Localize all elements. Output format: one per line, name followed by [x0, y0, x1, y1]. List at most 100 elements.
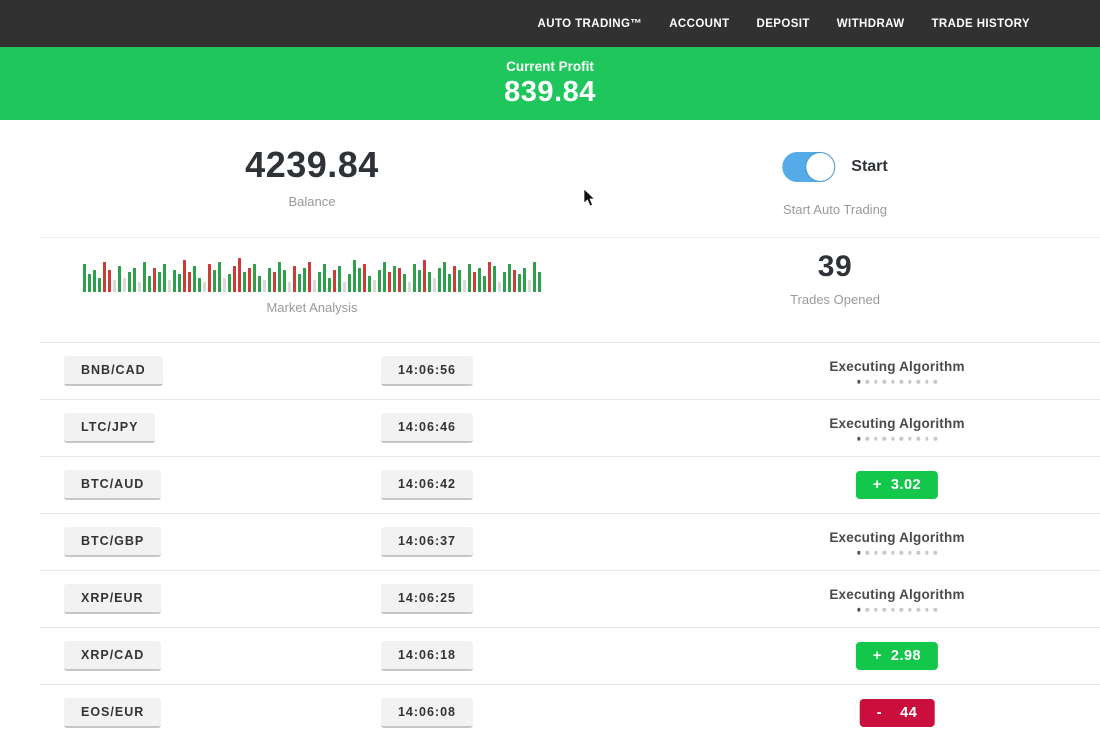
- market-bar: [243, 272, 247, 292]
- market-bar: [93, 270, 97, 292]
- trade-row: XRP/EUR 14:06:25 Executing Algorithm: [40, 570, 1100, 627]
- market-bar: [358, 268, 362, 292]
- market-bar: [483, 276, 487, 292]
- market-bar: [143, 262, 147, 292]
- nav-item[interactable]: AUTO TRADING™: [538, 18, 643, 30]
- market-bar: [353, 260, 357, 292]
- market-bar: [523, 268, 527, 292]
- market-bar: [233, 266, 237, 292]
- market-bar: [528, 280, 532, 292]
- market-bar: [473, 272, 477, 292]
- trade-pair-chip[interactable]: EOS/EUR: [64, 698, 161, 728]
- market-bar: [138, 282, 142, 292]
- market-bar: [453, 266, 457, 292]
- market-bar: [488, 262, 492, 292]
- market-bar: [333, 270, 337, 292]
- market-bar: [328, 278, 332, 292]
- auto-trading-toggle[interactable]: [782, 152, 835, 182]
- loader-dots: [829, 608, 964, 612]
- trade-pair-chip[interactable]: XRP/CAD: [64, 641, 161, 671]
- app-root: AUTO TRADING™ ACCOUNT DEPOSIT WITHDRAW TRADE…: [0, 0, 1100, 742]
- market-bar: [88, 274, 92, 292]
- trade-row: EOS/EUR 14:06:08 - 44: [40, 684, 1100, 741]
- market-bar: [363, 264, 367, 292]
- market-bar: [123, 278, 127, 292]
- market-bar: [288, 282, 292, 292]
- balance-stat: 4239.84 Balance: [245, 144, 379, 209]
- auto-trading-label: Start Auto Trading: [782, 202, 887, 217]
- trade-time-chip: 14:06:25: [381, 584, 473, 614]
- market-bar: [203, 282, 207, 292]
- profit-label: Current Profit: [0, 59, 1100, 74]
- market-bar: [278, 262, 282, 292]
- market-bar: [373, 280, 377, 292]
- market-bar: [148, 276, 152, 292]
- profit-banner: Current Profit 839.84: [0, 47, 1100, 120]
- market-bar: [298, 274, 302, 292]
- market-bar: [448, 274, 452, 292]
- market-bar: [198, 278, 202, 292]
- market-bar: [498, 282, 502, 292]
- market-bar: [253, 264, 257, 292]
- trade-pair-chip[interactable]: BNB/CAD: [64, 356, 163, 386]
- market-bar: [208, 264, 212, 292]
- market-analysis-chart: [52, 250, 572, 292]
- profit-badge: + 2.98: [856, 642, 938, 670]
- trade-pair-chip[interactable]: LTC/JPY: [64, 413, 155, 443]
- market-bar: [283, 270, 287, 292]
- market-bar: [263, 280, 267, 292]
- profit-badge: + 3.02: [856, 471, 938, 499]
- trade-pair-chip[interactable]: BTC/GBP: [64, 527, 161, 557]
- market-bar: [538, 272, 542, 292]
- market-bar: [188, 272, 192, 292]
- nav-item[interactable]: DEPOSIT: [757, 18, 810, 30]
- nav-item[interactable]: WITHDRAW: [837, 18, 905, 30]
- market-bar: [258, 276, 262, 292]
- market-bar: [418, 270, 422, 292]
- toggle-start-label: Start: [851, 158, 887, 176]
- market-bar: [293, 266, 297, 292]
- balance-section: 4239.84 Balance Start Start Auto Trading: [0, 120, 1100, 237]
- market-bar: [238, 258, 242, 292]
- market-bar: [268, 268, 272, 292]
- market-bar: [468, 264, 472, 292]
- trade-status: Executing Algorithm: [829, 530, 964, 555]
- market-bar: [343, 282, 347, 292]
- loader-dots: [829, 437, 964, 441]
- trade-pair-chip[interactable]: XRP/EUR: [64, 584, 161, 614]
- auto-trading-stat: Start Start Auto Trading: [782, 152, 887, 217]
- market-bar: [178, 274, 182, 292]
- executing-algorithm-label: Executing Algorithm: [829, 587, 964, 602]
- market-bar: [133, 268, 137, 292]
- market-bar: [518, 274, 522, 292]
- trade-status: + 3.02: [856, 471, 938, 499]
- trade-time-chip: 14:06:08: [381, 698, 473, 728]
- market-stat: Market Analysis: [52, 250, 572, 315]
- trade-time-chip: 14:06:46: [381, 413, 473, 443]
- market-bar: [108, 270, 112, 292]
- market-section: Market Analysis 39 Trades Opened: [40, 237, 1100, 342]
- market-bar: [393, 266, 397, 292]
- trade-time-chip: 14:06:18: [381, 641, 473, 671]
- market-bar: [408, 282, 412, 292]
- market-bar: [113, 280, 117, 292]
- trade-row: BNB/CAD 14:06:56 Executing Algorithm: [40, 342, 1100, 399]
- trade-status: Executing Algorithm: [829, 416, 964, 441]
- market-bar: [308, 262, 312, 292]
- balance-label: Balance: [245, 194, 379, 209]
- nav-item[interactable]: ACCOUNT: [669, 18, 729, 30]
- balance-value: 4239.84: [245, 144, 379, 186]
- market-bar: [413, 264, 417, 292]
- trade-row: BTC/AUD 14:06:42 + 3.02: [40, 456, 1100, 513]
- market-bar: [273, 272, 277, 292]
- nav-item[interactable]: TRADE HISTORY: [932, 18, 1031, 30]
- market-bar: [323, 264, 327, 292]
- market-analysis-label: Market Analysis: [52, 300, 572, 315]
- market-bar: [223, 278, 227, 292]
- profit-value: 839.84: [0, 76, 1100, 109]
- market-bar: [493, 266, 497, 292]
- trade-row: XRP/CAD 14:06:18 + 2.98: [40, 627, 1100, 684]
- trade-pair-chip[interactable]: BTC/AUD: [64, 470, 161, 500]
- market-bar: [128, 272, 132, 292]
- market-bar: [388, 272, 392, 292]
